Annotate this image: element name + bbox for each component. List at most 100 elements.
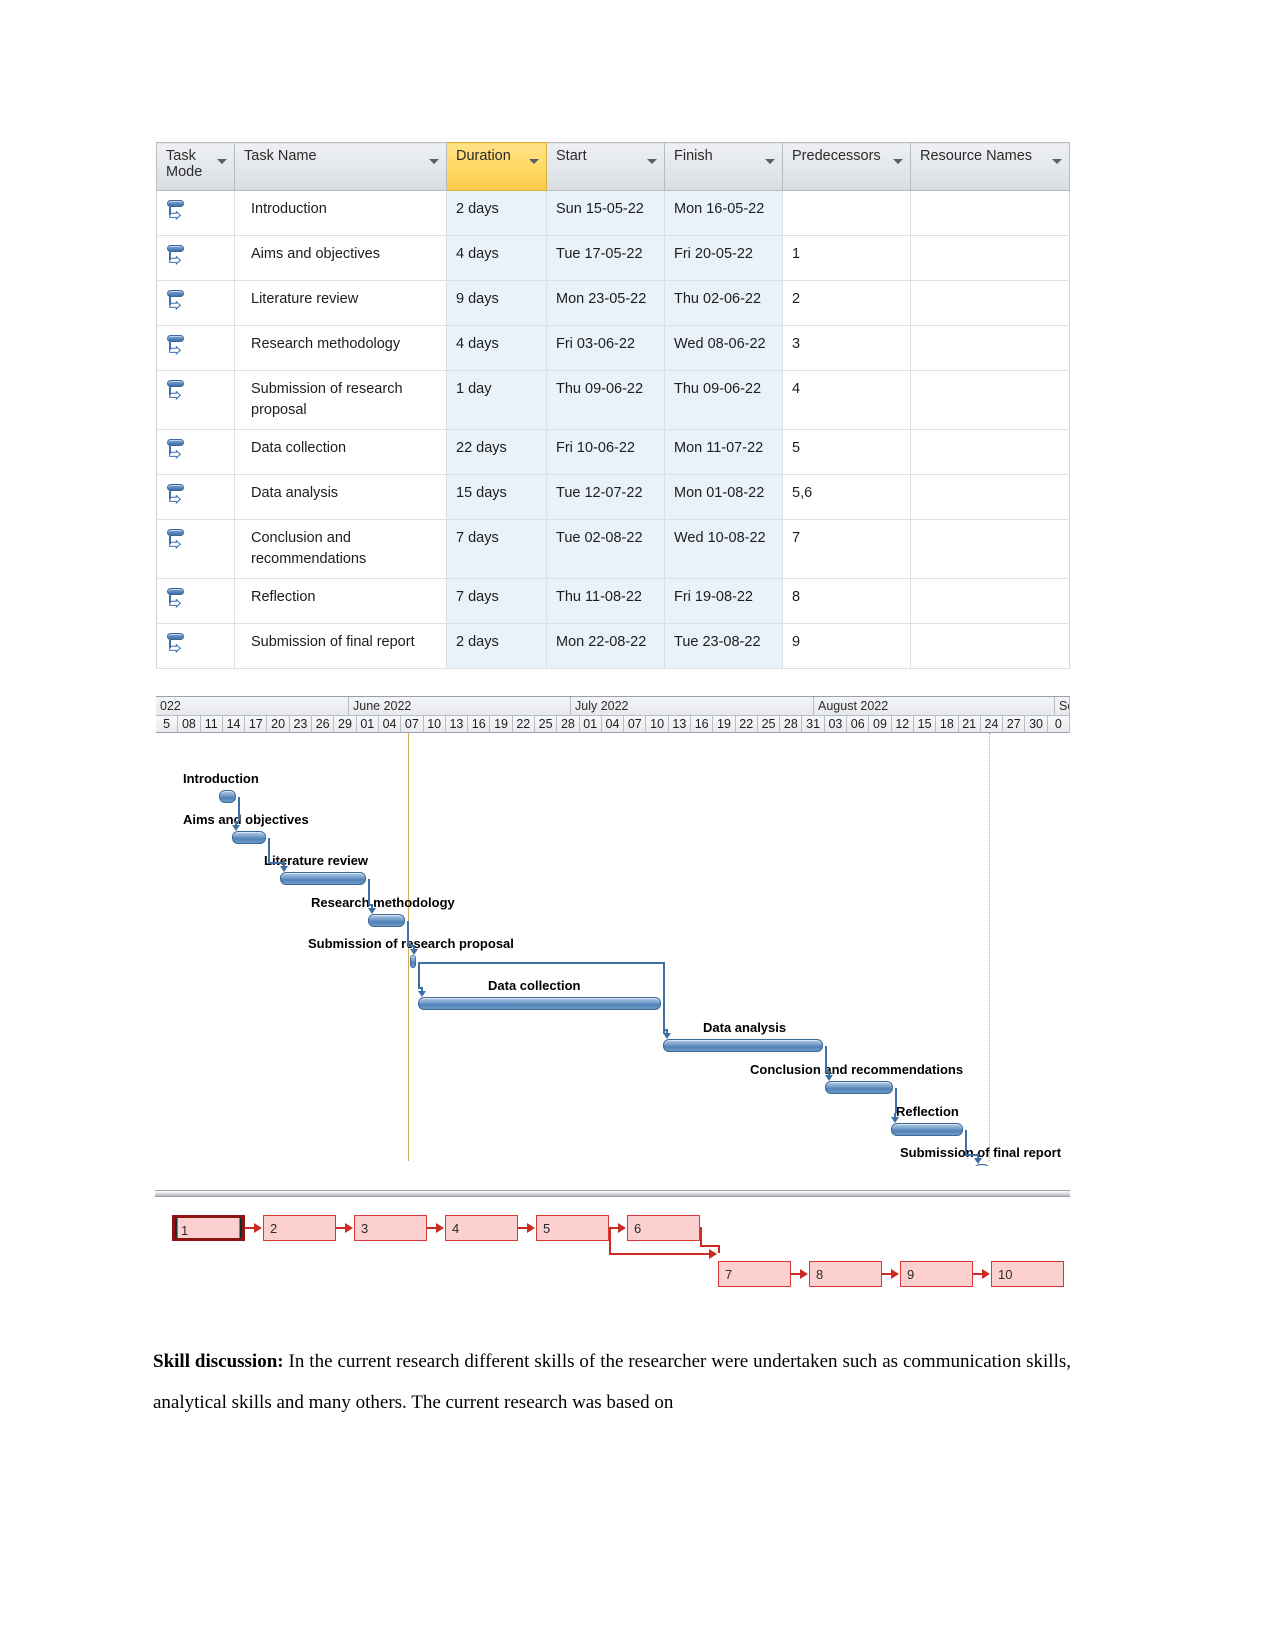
cell-finish[interactable]: Thu 09-06-22	[664, 370, 783, 430]
cell-name[interactable]: Data collection	[234, 429, 447, 475]
column-header-finish[interactable]: Finish	[664, 142, 783, 191]
column-header-task-name[interactable]: Task Name	[234, 142, 447, 191]
cell-duration[interactable]: 1 day	[446, 370, 547, 430]
gantt-bar[interactable]	[974, 1164, 990, 1166]
cell-name[interactable]: Submission of research proposal	[234, 370, 447, 430]
network-node[interactable]: 9	[900, 1261, 973, 1287]
cell-predecessors[interactable]: 7	[782, 519, 911, 579]
cell-name[interactable]: Introduction	[234, 190, 447, 236]
network-node[interactable]: 3	[354, 1215, 427, 1241]
cell-duration[interactable]: 7 days	[446, 578, 547, 624]
cell-predecessors[interactable]	[782, 190, 911, 236]
cell-name[interactable]: Submission of final report	[234, 623, 447, 669]
cell-predecessors[interactable]: 5	[782, 429, 911, 475]
table-row[interactable]: Introduction 2 days Sun 15-05-22 Mon 16-05-…	[156, 190, 1070, 236]
network-node[interactable]: 4	[445, 1215, 518, 1241]
cell-duration[interactable]: 22 days	[446, 429, 547, 475]
column-header-start[interactable]: Start	[546, 142, 665, 191]
chevron-down-icon[interactable]	[765, 159, 775, 164]
cell-start[interactable]: Thu 09-06-22	[546, 370, 665, 430]
cell-start[interactable]: Mon 23-05-22	[546, 280, 665, 326]
gantt-bar[interactable]	[891, 1123, 963, 1136]
network-node[interactable]: 5	[536, 1215, 609, 1241]
task-mode-cell[interactable]	[156, 623, 235, 669]
cell-predecessors[interactable]: 2	[782, 280, 911, 326]
network-node[interactable]: 7	[718, 1261, 791, 1287]
cell-resources[interactable]	[910, 429, 1070, 475]
table-row[interactable]: Conclusion and recommendations 7 days Tue …	[156, 519, 1070, 579]
cell-start[interactable]: Sun 15-05-22	[546, 190, 665, 236]
cell-finish[interactable]: Thu 02-06-22	[664, 280, 783, 326]
chevron-down-icon[interactable]	[217, 159, 227, 164]
task-mode-cell[interactable]	[156, 519, 235, 579]
cell-start[interactable]: Thu 11-08-22	[546, 578, 665, 624]
gantt-bar[interactable]	[219, 790, 236, 803]
cell-finish[interactable]: Fri 20-05-22	[664, 235, 783, 281]
chevron-down-icon[interactable]	[647, 159, 657, 164]
network-node[interactable]: 10	[991, 1261, 1064, 1287]
cell-finish[interactable]: Mon 16-05-22	[664, 190, 783, 236]
cell-start[interactable]: Fri 03-06-22	[546, 325, 665, 371]
task-mode-cell[interactable]	[156, 474, 235, 520]
network-node[interactable]: 1	[172, 1215, 245, 1241]
cell-start[interactable]: Mon 22-08-22	[546, 623, 665, 669]
gantt-bar[interactable]	[418, 997, 661, 1010]
network-node[interactable]: 2	[263, 1215, 336, 1241]
chevron-down-icon[interactable]	[529, 159, 539, 164]
table-row[interactable]: Submission of research proposal 1 day Thu …	[156, 370, 1070, 430]
task-mode-cell[interactable]	[156, 190, 235, 236]
chevron-down-icon[interactable]	[429, 159, 439, 164]
task-mode-cell[interactable]	[156, 325, 235, 371]
cell-predecessors[interactable]: 9	[782, 623, 911, 669]
cell-predecessors[interactable]: 5,6	[782, 474, 911, 520]
table-row[interactable]: Submission of final report 2 days Mon 22-0…	[156, 623, 1070, 669]
column-header-predecessors[interactable]: Predecessors	[782, 142, 911, 191]
cell-predecessors[interactable]: 3	[782, 325, 911, 371]
cell-finish[interactable]: Mon 11-07-22	[664, 429, 783, 475]
task-mode-cell[interactable]	[156, 370, 235, 430]
gantt-bar[interactable]	[368, 914, 405, 927]
cell-finish[interactable]: Tue 23-08-22	[664, 623, 783, 669]
cell-resources[interactable]	[910, 325, 1070, 371]
cell-name[interactable]: Research methodology	[234, 325, 447, 371]
cell-duration[interactable]: 2 days	[446, 623, 547, 669]
cell-name[interactable]: Aims and objectives	[234, 235, 447, 281]
task-mode-cell[interactable]	[156, 280, 235, 326]
column-header-task-mode[interactable]: Task Mode	[156, 142, 235, 191]
cell-resources[interactable]	[910, 623, 1070, 669]
cell-predecessors[interactable]: 8	[782, 578, 911, 624]
gantt-bar[interactable]	[280, 872, 366, 885]
cell-start[interactable]: Tue 17-05-22	[546, 235, 665, 281]
table-row[interactable]: Literature review 9 days Mon 23-05-22 Thu 0…	[156, 280, 1070, 326]
cell-resources[interactable]	[910, 235, 1070, 281]
cell-finish[interactable]: Wed 08-06-22	[664, 325, 783, 371]
cell-duration[interactable]: 2 days	[446, 190, 547, 236]
gantt-bar[interactable]	[232, 831, 266, 844]
table-row[interactable]: Data analysis 15 days Tue 12-07-22 Mon 01-0…	[156, 474, 1070, 520]
table-row[interactable]: Reflection 7 days Thu 11-08-22 Fri 19-08-22…	[156, 578, 1070, 624]
cell-name[interactable]: Conclusion and recommendations	[234, 519, 447, 579]
network-node[interactable]: 8	[809, 1261, 882, 1287]
cell-name[interactable]: Literature review	[234, 280, 447, 326]
cell-start[interactable]: Fri 10-06-22	[546, 429, 665, 475]
cell-duration[interactable]: 4 days	[446, 325, 547, 371]
cell-predecessors[interactable]: 4	[782, 370, 911, 430]
cell-predecessors[interactable]: 1	[782, 235, 911, 281]
cell-name[interactable]: Data analysis	[234, 474, 447, 520]
chevron-down-icon[interactable]	[893, 159, 903, 164]
cell-start[interactable]: Tue 02-08-22	[546, 519, 665, 579]
cell-resources[interactable]	[910, 190, 1070, 236]
cell-finish[interactable]: Wed 10-08-22	[664, 519, 783, 579]
cell-resources[interactable]	[910, 370, 1070, 430]
column-header-resource-names[interactable]: Resource Names	[910, 142, 1070, 191]
chevron-down-icon[interactable]	[1052, 159, 1062, 164]
cell-resources[interactable]	[910, 474, 1070, 520]
task-mode-cell[interactable]	[156, 429, 235, 475]
table-row[interactable]: Data collection 22 days Fri 10-06-22 Mon 11…	[156, 429, 1070, 475]
gantt-bar[interactable]	[663, 1039, 823, 1052]
column-header-duration[interactable]: Duration	[446, 142, 547, 191]
cell-resources[interactable]	[910, 519, 1070, 579]
table-row[interactable]: Research methodology 4 days Fri 03-06-22 We…	[156, 325, 1070, 371]
gantt-bar[interactable]	[410, 955, 416, 968]
cell-duration[interactable]: 15 days	[446, 474, 547, 520]
